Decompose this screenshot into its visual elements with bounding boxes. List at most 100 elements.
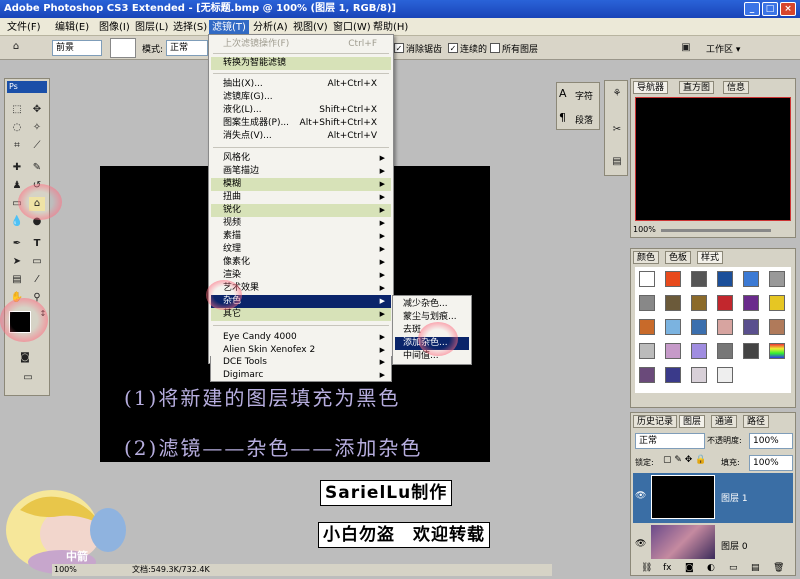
style-swatch[interactable] [665, 367, 681, 383]
character-icon[interactable]: A [559, 87, 567, 100]
tab-swatches[interactable]: 色板 [665, 251, 692, 264]
navigator-zoom[interactable]: 100% [633, 225, 656, 234]
menu-item-dce-tools[interactable]: DCE Tools ▶ [210, 356, 392, 369]
menu-item-digimarc[interactable]: Digimarc ▶ [210, 369, 392, 382]
tool-presets-icon[interactable]: ✂ [609, 123, 625, 137]
tab-histogram[interactable]: 直方图 [679, 81, 715, 94]
zoom-slider[interactable] [661, 229, 771, 232]
style-swatch[interactable] [769, 271, 785, 287]
visibility-eye-icon[interactable]: 👁 [635, 491, 646, 501]
slice-icon[interactable]: ⟋ [29, 139, 45, 153]
style-swatch[interactable] [717, 367, 733, 383]
style-swatch[interactable] [639, 367, 655, 383]
style-swatch[interactable] [743, 271, 759, 287]
tab-navigator[interactable]: 导航器 [633, 81, 669, 94]
menu-help[interactable]: 帮助(H) [370, 20, 411, 35]
style-swatch[interactable] [691, 271, 707, 287]
bridge-icon[interactable]: ▣ [676, 41, 696, 55]
tab-color[interactable]: 颜色 [633, 251, 660, 264]
paragraph-icon[interactable]: ¶ [559, 111, 566, 124]
tab-paths[interactable]: 路径 [743, 415, 770, 428]
workspace-button[interactable]: 工作区 ▾ [706, 42, 740, 55]
blend-mode-select[interactable]: 正常 [635, 433, 705, 449]
menu-item-pattern-maker[interactable]: 图案生成器(P)... Alt+Shift+Ctrl+X [211, 117, 391, 130]
zoom-readout[interactable]: 100% [54, 564, 77, 576]
menu-filter[interactable]: 滤镜(T) [209, 20, 249, 35]
tab-channels[interactable]: 通道 [711, 415, 738, 428]
menu-item-blur[interactable]: 模糊 ▶ [211, 178, 391, 191]
menu-file[interactable]: 文件(F) [4, 20, 44, 35]
navigator-preview[interactable] [635, 97, 791, 221]
menu-analysis[interactable]: 分析(A) [250, 20, 291, 35]
mode-select[interactable]: 正常 [166, 40, 208, 56]
style-swatch[interactable] [717, 319, 733, 335]
submenu-reduce-noise[interactable]: 减少杂色... [395, 298, 469, 311]
quick-mask-icon[interactable]: ◙ [17, 351, 33, 365]
new-layer-icon[interactable]: ▤ [751, 563, 760, 573]
menu-item-stylize[interactable]: 风格化 ▶ [211, 152, 391, 165]
style-swatch[interactable] [691, 343, 707, 359]
screen-mode-icon[interactable]: ▭ [15, 371, 41, 385]
style-swatch[interactable] [717, 295, 733, 311]
style-swatch[interactable] [691, 367, 707, 383]
menu-item-vanishing-point[interactable]: 消失点(V)... Alt+Ctrl+V [211, 130, 391, 143]
style-swatch[interactable] [639, 271, 655, 287]
menu-item-liquify[interactable]: 液化(L)... Shift+Ctrl+X [211, 104, 391, 117]
path-select-icon[interactable]: ➤ [9, 255, 25, 269]
style-swatch[interactable] [665, 343, 681, 359]
document-info[interactable]: 文档:549.3K/732.4K [132, 564, 210, 576]
style-swatch[interactable] [639, 319, 655, 335]
menu-item-pixelate[interactable]: 像素化 ▶ [211, 256, 391, 269]
mask-icon[interactable]: ◙ [685, 563, 694, 573]
menu-image[interactable]: 图像(I) [96, 20, 133, 35]
style-swatch[interactable] [769, 343, 785, 359]
antialias-checkbox[interactable]: ✓ [394, 43, 404, 53]
menu-item-brush-strokes[interactable]: 画笔描边 ▶ [211, 165, 391, 178]
notes-icon[interactable]: ▤ [9, 273, 25, 287]
tab-styles[interactable]: 样式 [697, 251, 724, 264]
style-swatch[interactable] [769, 295, 785, 311]
group-icon[interactable]: ▭ [729, 563, 738, 573]
menu-item-convert-smart-filter[interactable]: 转换为智能滤镜 [211, 57, 391, 70]
type-icon[interactable]: T [29, 237, 45, 251]
menu-item-sharpen[interactable]: 锐化 ▶ [211, 204, 391, 217]
tab-layers[interactable]: 图层 [679, 415, 706, 428]
brushes-icon[interactable]: ⚘ [609, 87, 625, 101]
menu-select[interactable]: 选择(S) [170, 20, 210, 35]
adjustment-icon[interactable]: ◐ [707, 563, 715, 573]
fill-input[interactable]: 100% [749, 455, 793, 471]
menu-item-eye-candy[interactable]: Eye Candy 4000 ▶ [211, 331, 391, 344]
layer-comps-icon[interactable]: ▤ [609, 155, 625, 169]
menu-item-video[interactable]: 视频 ▶ [211, 217, 391, 230]
character-label[interactable]: 字符 [575, 89, 593, 102]
style-swatch[interactable] [769, 319, 785, 335]
opacity-input[interactable]: 100% [749, 433, 793, 449]
menu-item-texture[interactable]: 纹理 ▶ [211, 243, 391, 256]
close-button[interactable]: × [780, 2, 796, 16]
style-swatch[interactable] [665, 271, 681, 287]
link-icon[interactable]: ⛓ [641, 563, 652, 573]
style-swatch[interactable] [743, 343, 759, 359]
tab-info[interactable]: 信息 [723, 81, 750, 94]
crop-icon[interactable]: ⌗ [9, 139, 25, 153]
style-swatch[interactable] [717, 343, 733, 359]
menu-item-filter-gallery[interactable]: 滤镜库(G)... [211, 91, 391, 104]
marquee-icon[interactable]: ⬚ [9, 103, 25, 117]
style-swatch[interactable] [639, 295, 655, 311]
rectangle-icon[interactable]: ▭ [29, 255, 45, 269]
menu-item-extract[interactable]: 抽出(X)... Alt+Ctrl+X [211, 78, 391, 91]
style-swatch[interactable] [691, 295, 707, 311]
paragraph-label[interactable]: 段落 [575, 113, 593, 126]
style-swatch[interactable] [743, 319, 759, 335]
trash-icon[interactable]: 🗑 [773, 563, 784, 573]
pen-icon[interactable]: ✒ [9, 237, 25, 251]
style-swatch[interactable] [717, 271, 733, 287]
menu-layer[interactable]: 图层(L) [132, 20, 171, 35]
healing-brush-icon[interactable]: ✚ [9, 161, 25, 175]
menu-item-distort[interactable]: 扭曲 ▶ [211, 191, 391, 204]
style-swatch[interactable] [665, 319, 681, 335]
paint-bucket-icon[interactable]: ⌂ [8, 40, 24, 54]
style-swatch[interactable] [639, 343, 655, 359]
menu-edit[interactable]: 编辑(E) [52, 20, 92, 35]
magic-wand-icon[interactable]: ✧ [29, 121, 45, 135]
